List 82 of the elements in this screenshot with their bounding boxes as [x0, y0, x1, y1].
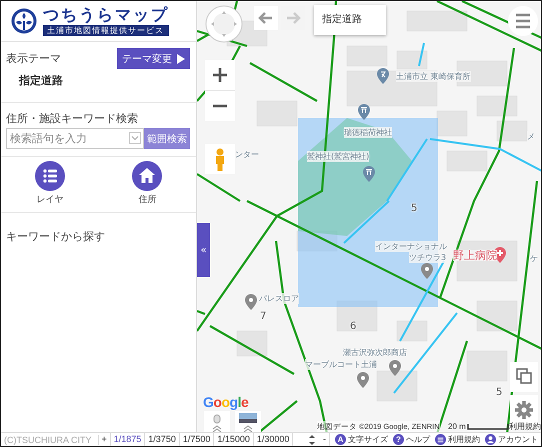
place-label: 瑞徳稲荷神社: [344, 127, 392, 138]
building: [476, 96, 518, 116]
building: [296, 230, 338, 252]
place-label: 野上病院: [453, 250, 497, 261]
scale-option[interactable]: 1/15000: [214, 433, 254, 446]
spinner-arrows-icon[interactable]: [308, 434, 316, 446]
building: [446, 150, 488, 172]
theme-label: 表示テーマ: [6, 51, 61, 66]
scale-option[interactable]: 1/7500: [180, 433, 214, 446]
building: [336, 300, 378, 332]
app-subtitle: 土浦市地図情報提供サービス: [43, 25, 169, 36]
theme-value: 指定道路: [19, 73, 64, 88]
building: [376, 370, 418, 402]
scale-option[interactable]: 1/30000: [254, 433, 294, 446]
status-link[interactable]: ? ヘルプ: [393, 434, 430, 446]
place-label: 鷲神社(鷲宮神社): [307, 151, 370, 162]
terms-link[interactable]: 利用規約: [509, 421, 541, 432]
layers-icon[interactable]: [510, 362, 538, 392]
zoom-in-button[interactable]: +: [98, 433, 111, 446]
block-number: 5: [496, 387, 502, 398]
building: [406, 10, 468, 32]
block-number: 6: [350, 321, 356, 332]
scale-label: 20 m: [448, 421, 466, 432]
theme-chip: 指定道路: [314, 5, 386, 35]
place-label: ツチウラ3: [409, 252, 446, 263]
shrine-pin-icon: [363, 166, 375, 182]
building: [256, 100, 298, 126]
place-label: ンター: [235, 149, 259, 160]
building: [346, 46, 388, 66]
building: [496, 120, 528, 142]
letter-icon: A: [335, 434, 346, 446]
school-pin-icon: [377, 68, 389, 84]
building: [456, 60, 508, 86]
house-icon: [132, 161, 162, 191]
shortcut-button[interactable]: 住所: [132, 161, 162, 206]
place-label: インターナショナル: [375, 241, 447, 252]
status-link[interactable]: 利用規約: [435, 434, 480, 446]
status-link[interactable]: A 文字サイズ: [335, 434, 388, 446]
menu-icon[interactable]: [508, 6, 538, 36]
place-label: パレスロア: [259, 293, 299, 304]
pin-icon: [389, 360, 401, 376]
block-number: 5: [411, 203, 418, 214]
shrine-pin-icon: [358, 104, 370, 120]
person-icon[interactable]: [205, 144, 235, 174]
building: [396, 320, 428, 342]
copyright-text: (C)TSUCHIURA CITY: [1, 434, 98, 445]
theme-change-button[interactable]: テーマ変更: [117, 48, 190, 69]
play-triangle-icon: [177, 54, 185, 64]
zoom-out-icon[interactable]: [205, 91, 235, 121]
waterway-line: [418, 42, 425, 66]
scale-bar-icon: [467, 424, 509, 430]
scale-option[interactable]: 1/1875: [110, 433, 146, 446]
search-label: 住所・施設キーワード検索: [6, 111, 139, 126]
keyword-search-heading: キーワードから探す: [6, 229, 106, 244]
pin-icon: [421, 263, 433, 279]
pin-icon: [245, 294, 257, 310]
block-number: 7: [260, 311, 266, 322]
app-title: つちうらマップ: [43, 6, 169, 24]
place-label: マーブルコート土浦: [305, 359, 377, 370]
dropdown-chevron-icon[interactable]: [129, 132, 141, 144]
pin-icon: [357, 372, 369, 388]
building: [236, 330, 268, 356]
place-label: メ: [527, 131, 535, 142]
compass-icon[interactable]: [205, 5, 243, 43]
status-link[interactable]: アカウント: [485, 434, 538, 446]
building: [436, 110, 468, 136]
google-logo: Google: [203, 394, 248, 410]
street-view-icon[interactable]: [204, 411, 230, 432]
place-label: 土浦市立 東崎保育所: [396, 71, 471, 82]
scale-option[interactable]: 1/3750: [145, 433, 180, 446]
search-field[interactable]: 検索語句を入力: [6, 128, 144, 149]
list-icon: [34, 161, 65, 191]
zoom-out-button[interactable]: -: [320, 433, 330, 446]
place-label: 瀬古沢弥次郎商店: [343, 347, 407, 358]
collapse-panel-button[interactable]: «: [197, 223, 210, 277]
zoom-in-icon[interactable]: [205, 60, 235, 90]
shortcut-button[interactable]: レイヤ: [34, 161, 65, 206]
help-icon: ?: [393, 434, 404, 446]
photo-thumbnail[interactable]: [235, 411, 261, 432]
building: [466, 350, 508, 382]
building: [476, 300, 518, 332]
place-label: ケ: [530, 253, 538, 264]
